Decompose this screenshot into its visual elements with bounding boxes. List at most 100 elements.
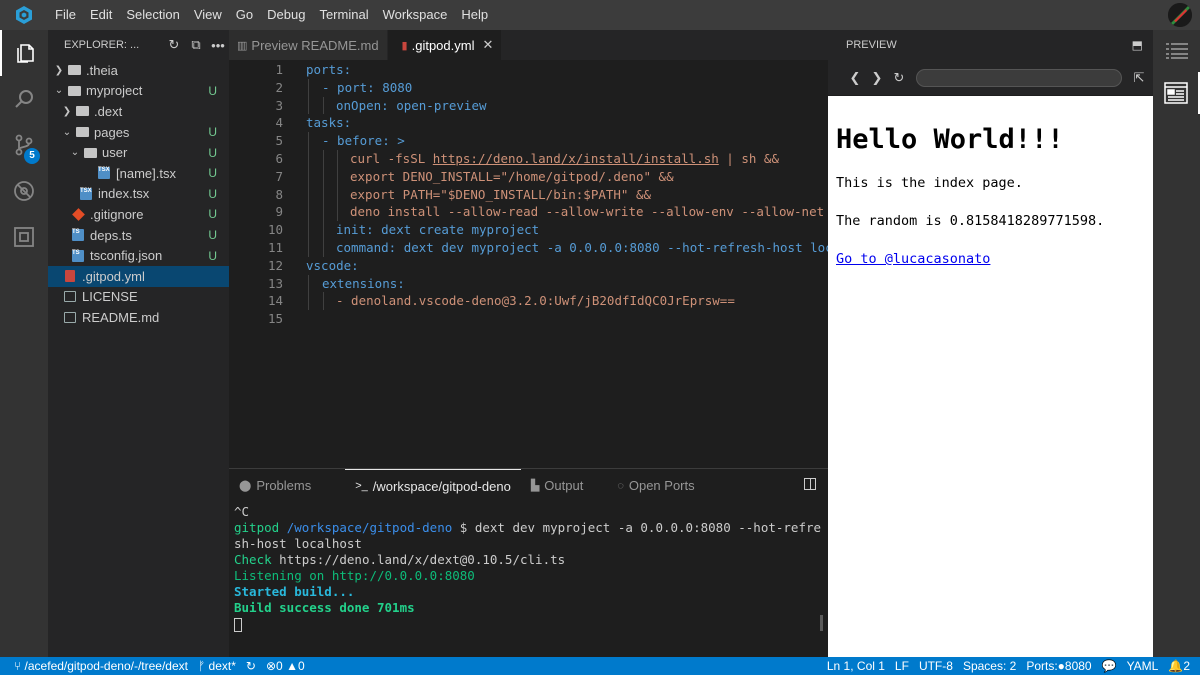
split-panel-icon[interactable] (804, 478, 816, 490)
tree-item-gitpod-yml[interactable]: .gitpod.yml (48, 265, 229, 287)
tab-gitpod-yml[interactable]: ▮ .gitpod.yml ✕ (387, 30, 503, 60)
menu-terminal[interactable]: Terminal (312, 0, 375, 30)
line-number: 6 (275, 150, 283, 166)
problems-indicator[interactable]: ⊗0 ▲0 (261, 659, 310, 673)
tree-item-label: README.md (82, 309, 160, 325)
tree-item-deps-ts[interactable]: TS deps.ts U (48, 225, 229, 246)
warning-count: 0 (297, 659, 305, 673)
line-ending[interactable]: LF (890, 659, 914, 673)
line-number: 14 (267, 293, 283, 309)
ports-indicator[interactable]: Ports:●8080 (1021, 659, 1096, 673)
code-text: onOpen: open-preview (336, 97, 487, 113)
typescript-file-icon: TSX (96, 166, 112, 180)
tree-item-license[interactable]: LICENSE (48, 287, 229, 308)
notifications[interactable]: 🔔2 (1163, 659, 1200, 673)
code-text: - port: 8080 (322, 79, 413, 95)
tree-item-label: user (102, 145, 128, 161)
close-icon[interactable]: ✕ (482, 37, 493, 53)
menu-selection[interactable]: Selection (119, 0, 186, 30)
code-line: 12 vscode: (229, 257, 828, 275)
open-external-icon[interactable]: ⇱ (1128, 70, 1150, 86)
tree-item-readme[interactable]: README.md (48, 307, 229, 328)
debug-icon[interactable] (0, 168, 48, 214)
terminal-line: Build success done 701ms (234, 600, 415, 615)
gitpod-logo-icon[interactable] (0, 0, 48, 30)
tab-output[interactable]: ▙ Output (521, 469, 594, 502)
line-number: 4 (275, 115, 283, 131)
branch-indicator[interactable]: ᚠ dext* (193, 659, 241, 673)
tab-preview-readme[interactable]: ▥ Preview README.md (229, 30, 388, 60)
reload-icon[interactable]: ↻ (888, 70, 910, 86)
code-text: tasks: (306, 115, 352, 131)
tree-item-pages[interactable]: ⌄ pages U (48, 122, 229, 143)
sync-icon[interactable]: ↻ (241, 659, 261, 673)
tree-item-name-tsx[interactable]: TSX [name].tsx U (48, 163, 229, 184)
back-icon[interactable]: ❮ (844, 70, 866, 86)
menu-debug[interactable]: Debug (260, 0, 312, 30)
refresh-icon[interactable]: ↻ (163, 37, 185, 53)
source-control-icon[interactable]: 5 (0, 122, 48, 168)
tree-item-tsconfig[interactable]: TS tsconfig.json U (48, 245, 229, 266)
more-actions-icon[interactable]: ••• (207, 38, 229, 53)
code-link[interactable]: https://deno.land/x/install/install.sh (433, 151, 719, 166)
tree-item-theia[interactable]: ❯ .theia (48, 60, 229, 81)
extensions-icon[interactable] (0, 214, 48, 260)
menu-workspace[interactable]: Workspace (376, 0, 455, 30)
prompt-command: $ dext dev myproject -a 0.0.0.0:8080 --h… (452, 520, 822, 535)
forward-icon[interactable]: ❯ (866, 70, 888, 86)
code-line: 9 deno install --allow-read --allow-write… (229, 203, 828, 222)
tab-terminal[interactable]: >_ /workspace/gitpod-deno (345, 469, 521, 502)
line-number: 9 (275, 204, 283, 220)
tab-open-ports[interactable]: ◌ Open Ports (607, 469, 704, 502)
tab-label: Open Ports (628, 478, 695, 493)
tree-item-user[interactable]: ⌄ user U (48, 142, 229, 163)
tree-item-index-tsx[interactable]: TSX index.tsx U (48, 184, 229, 205)
code-text: export PATH="$DENO_INSTALL/bin:$PATH" && (350, 186, 652, 202)
tree-item-gitignore[interactable]: .gitignore U (48, 204, 229, 225)
terminal-scrollbar[interactable] (820, 615, 823, 631)
tree-item-myproject[interactable]: ⌄ myproject U (48, 81, 229, 102)
search-icon[interactable] (0, 76, 48, 122)
tab-problems[interactable]: ⬤ Problems (229, 469, 321, 502)
open-in-editor-icon[interactable]: ⬒ (1132, 38, 1143, 52)
menu-help[interactable]: Help (454, 0, 495, 30)
panel-tabs: ⬤ Problems >_ /workspace/gitpod-deno ▙ O… (229, 469, 828, 502)
branch-name: dext* (208, 659, 236, 673)
chevron-down-icon: ⌄ (70, 147, 80, 159)
files-icon[interactable] (0, 30, 48, 76)
preview-view-icon[interactable] (1153, 72, 1200, 114)
profile-link[interactable]: Go to @lucacasonato (836, 251, 990, 267)
code-editor[interactable]: 1 ports: 2 - port: 8080 3 onOpen: open-prev… (229, 60, 828, 468)
page-paragraph: The random is 0.8158418289771598. (836, 213, 1105, 229)
terminal-output[interactable]: ^C gitpod /workspace/gitpod-deno $ dext … (229, 502, 828, 632)
menu-edit[interactable]: Edit (83, 0, 119, 30)
chevron-down-icon: ⌄ (62, 126, 72, 138)
page-paragraph: This is the index page. (836, 175, 1023, 191)
feedback-icon[interactable]: 💬 (1097, 659, 1122, 673)
line-number: 10 (267, 222, 283, 238)
tab-label: .gitpod.yml (411, 37, 475, 53)
language-mode[interactable]: YAML (1122, 659, 1164, 673)
menu-bar: File Edit Selection View Go Debug Termin… (0, 0, 1200, 30)
repository-link[interactable]: ⑂ /acefed/gitpod-deno/-/tree/dext (0, 659, 193, 673)
indentation[interactable]: Spaces: 2 (958, 659, 1021, 673)
menu-go[interactable]: Go (229, 0, 260, 30)
user-avatar[interactable] (1168, 3, 1192, 27)
cursor-position[interactable]: Ln 1, Col 1 (822, 659, 890, 673)
menu-file[interactable]: File (48, 0, 83, 30)
menu-view[interactable]: View (187, 0, 229, 30)
document-icon (62, 310, 78, 324)
output-icon: ▙ (530, 480, 540, 492)
scm-badge: 5 (24, 148, 40, 164)
tree-item-dext[interactable]: ❯ .dext (48, 101, 229, 122)
tree-item-label: index.tsx (98, 186, 150, 202)
encoding[interactable]: UTF-8 (914, 659, 958, 673)
git-file-icon (70, 207, 86, 221)
outline-icon[interactable] (1153, 30, 1200, 72)
terminal-icon: >_ (355, 480, 368, 492)
url-input[interactable] (916, 68, 1122, 87)
tree-item-label: LICENSE (82, 289, 138, 305)
collapse-all-icon[interactable]: ⧉ (185, 37, 207, 53)
tree-item-label: pages (94, 124, 130, 140)
code-line: 3 onOpen: open-preview (229, 96, 828, 115)
